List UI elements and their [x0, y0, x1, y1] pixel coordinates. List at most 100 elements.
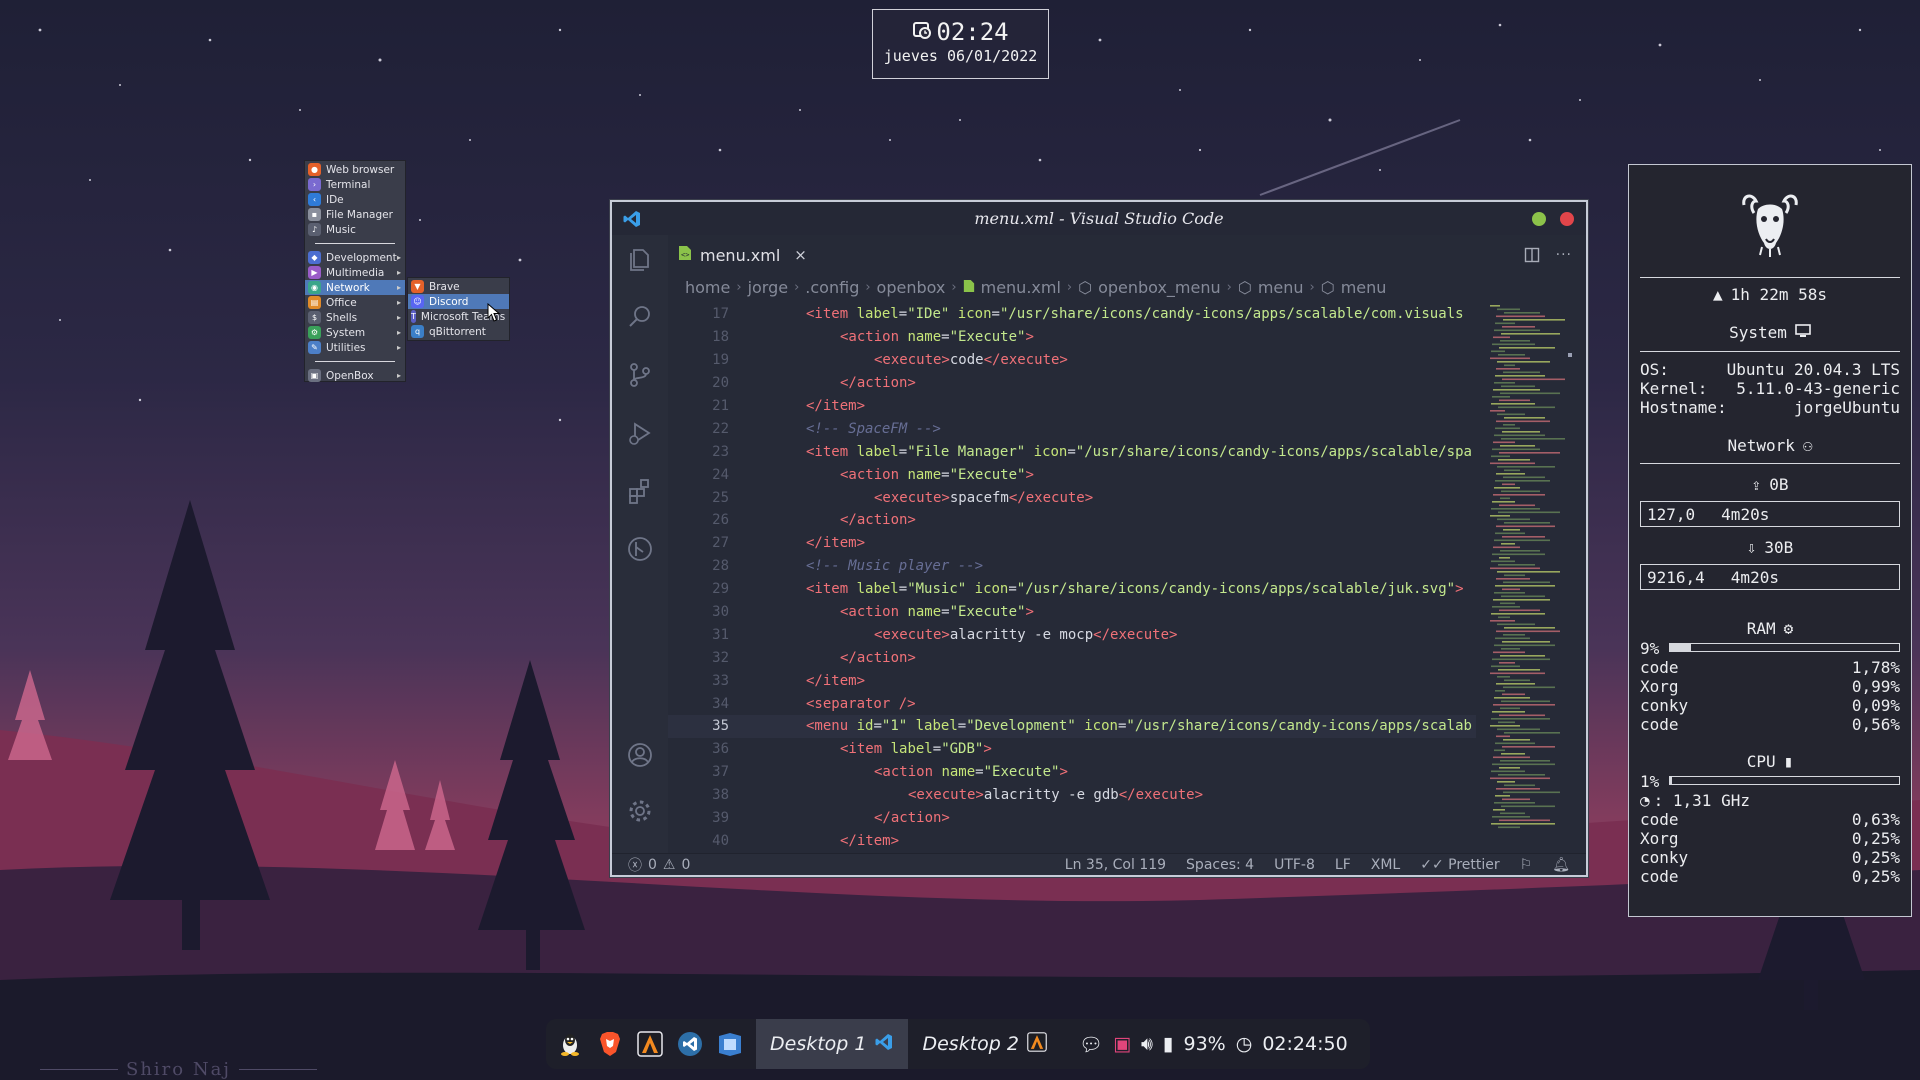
- code-line[interactable]: 21 </item>: [668, 395, 1476, 418]
- close-button[interactable]: [1560, 212, 1574, 226]
- code-line[interactable]: 28 <!-- Music player -->: [668, 555, 1476, 578]
- minimap-line: [1491, 455, 1510, 458]
- submenu-arrow-icon: ▸: [396, 283, 401, 292]
- chat-icon[interactable]: 💬︎: [1079, 1033, 1103, 1056]
- code-line[interactable]: 35 <menu id="1" label="Development" icon=…: [668, 715, 1476, 738]
- menu-item-utilities[interactable]: ✎ Utilities ▸: [305, 340, 405, 355]
- code-line[interactable]: 19 <execute>code</execute>: [668, 349, 1476, 372]
- breadcrumb-openbox-menu[interactable]: openbox_menu: [1098, 278, 1221, 297]
- search-icon[interactable]: [626, 303, 654, 331]
- minimap-line: [1502, 693, 1525, 696]
- code-line[interactable]: 40 </item>: [668, 829, 1476, 852]
- submenu-item-qbittorrent[interactable]: q qBittorrent: [408, 324, 509, 339]
- brave-browser-icon[interactable]: [590, 1019, 630, 1069]
- alacritty-terminal-icon[interactable]: [630, 1019, 670, 1069]
- menu-item-web-browser[interactable]: ● Web browser: [305, 162, 405, 177]
- maximize-button[interactable]: [1532, 212, 1546, 226]
- code-line[interactable]: 24 <action name="Execute">: [668, 463, 1476, 486]
- run-debug-icon[interactable]: [626, 419, 654, 447]
- source-control-icon[interactable]: [626, 361, 654, 389]
- volume-icon[interactable]: 🔊︎: [1141, 1033, 1153, 1055]
- minimap-line: [1497, 308, 1520, 311]
- menu-item-development[interactable]: ◆ Development ▸: [305, 250, 405, 265]
- code-line[interactable]: 22 <!-- SpaceFM -->: [668, 417, 1476, 440]
- explorer-icon[interactable]: [626, 245, 654, 273]
- submenu-arrow-icon: ▸: [396, 298, 401, 307]
- tab-menu-xml[interactable]: <> menu.xml ×: [678, 235, 807, 275]
- feedback-icon[interactable]: ⚐: [1520, 857, 1533, 873]
- settings-gear-icon[interactable]: [626, 797, 654, 825]
- network-indicator-icon[interactable]: ▣: [1113, 1033, 1131, 1055]
- code-line[interactable]: 30 <action name="Execute">: [668, 601, 1476, 624]
- menu-item-file-manager[interactable]: ▪ File Manager: [305, 207, 405, 222]
- minimap-line: [1501, 490, 1540, 493]
- breadcrumb-menu-current[interactable]: menu: [1341, 278, 1387, 297]
- menu-item-shells[interactable]: $ Shells ▸: [305, 310, 405, 325]
- tab-close-icon[interactable]: ×: [794, 246, 807, 264]
- battery-icon[interactable]: ▮: [1163, 1033, 1173, 1055]
- menu-item-office[interactable]: ▤ Office ▸: [305, 295, 405, 310]
- extensions-icon[interactable]: [626, 477, 654, 505]
- breadcrumb-openbox[interactable]: openbox: [877, 278, 946, 297]
- submenu-item-brave[interactable]: ▼ Brave: [408, 279, 509, 294]
- breadcrumb-menu[interactable]: menu: [1258, 278, 1304, 297]
- code-text: </action>: [840, 375, 916, 392]
- code-line[interactable]: 37 <action name="Execute">: [668, 761, 1476, 784]
- indentation[interactable]: Spaces: 4: [1186, 857, 1254, 873]
- breadcrumb-home[interactable]: home: [685, 278, 730, 297]
- split-editor-icon[interactable]: [1524, 247, 1540, 267]
- menu-item-ide[interactable]: ‹ IDe: [305, 192, 405, 207]
- code-editor[interactable]: 17 <item label="IDe" icon="/usr/share/ico…: [668, 303, 1476, 853]
- ram-proc-name: code: [1640, 715, 1679, 734]
- prettier-status[interactable]: ✓✓ Prettier: [1420, 857, 1499, 873]
- notifications-bell-icon[interactable]: 🔔︎: [1552, 857, 1570, 873]
- cursor-position[interactable]: Ln 35, Col 119: [1065, 857, 1166, 873]
- code-line[interactable]: 34 <separator />: [668, 692, 1476, 715]
- code-line[interactable]: 26 </action>: [668, 509, 1476, 532]
- menu-item-network[interactable]: ◉ Network ▸: [305, 280, 405, 295]
- code-line[interactable]: 23 <item label="File Manager" icon="/usr/…: [668, 440, 1476, 463]
- breadcrumb-menu-xml[interactable]: menu.xml: [981, 278, 1061, 297]
- minimap-line: [1502, 588, 1520, 591]
- hostname-label: Hostname:: [1640, 398, 1727, 417]
- code-line[interactable]: 27 </item>: [668, 532, 1476, 555]
- vscode-taskbar-icon[interactable]: [670, 1019, 710, 1069]
- workspace-desktop-2[interactable]: Desktop 2: [908, 1019, 1060, 1069]
- more-actions-icon[interactable]: ···: [1556, 247, 1572, 267]
- code-line[interactable]: 31 <execute>alacritty -e mocp</execute>: [668, 623, 1476, 646]
- workspace-desktop-1[interactable]: Desktop 1: [756, 1019, 909, 1069]
- vscode-window[interactable]: menu.xml - Visual Studio Code <> menu.xm…: [610, 200, 1588, 877]
- git-graph-icon[interactable]: [626, 535, 654, 563]
- code-line[interactable]: 25 <execute>spacefm</execute>: [668, 486, 1476, 509]
- minimap-line: [1491, 560, 1515, 563]
- code-line[interactable]: 20 </action>: [668, 372, 1476, 395]
- menu-item-terminal[interactable]: › Terminal: [305, 177, 405, 192]
- language-mode[interactable]: XML: [1371, 857, 1400, 873]
- linux-tux-icon[interactable]: [550, 1019, 590, 1069]
- breadcrumb-jorge[interactable]: jorge: [748, 278, 789, 297]
- encoding[interactable]: UTF-8: [1274, 857, 1315, 873]
- editor-area[interactable]: <> menu.xml × ··· home › jorge › .config › …: [668, 235, 1586, 853]
- code-line[interactable]: 36 <item label="GDB">: [668, 738, 1476, 761]
- code-line[interactable]: 17 <item label="IDe" icon="/usr/share/ico…: [668, 303, 1476, 326]
- account-icon[interactable]: [626, 741, 654, 769]
- code-line[interactable]: 32 </action>: [668, 646, 1476, 669]
- code-line[interactable]: 38 <execute>alacritty -e gdb</execute>: [668, 784, 1476, 807]
- vscode-titlebar[interactable]: menu.xml - Visual Studio Code: [612, 202, 1586, 235]
- menu-item-system[interactable]: ⚙ System ▸: [305, 325, 405, 340]
- end-of-line[interactable]: LF: [1335, 857, 1351, 873]
- minimap[interactable]: [1484, 303, 1574, 843]
- menu-item-openbox[interactable]: ▣ OpenBox ▸: [305, 368, 405, 383]
- code-line[interactable]: 33 </item>: [668, 669, 1476, 692]
- problems-indicator[interactable]: ⓧ 0 ⚠ 0: [628, 855, 690, 875]
- code-text: <execute>code</execute>: [874, 352, 1068, 369]
- code-line[interactable]: 29 <item label="Music" icon="/usr/share/i…: [668, 578, 1476, 601]
- file-manager-icon[interactable]: [710, 1019, 750, 1069]
- menu-item-music[interactable]: ♪ Music: [305, 222, 405, 237]
- breadcrumb-config[interactable]: .config: [805, 278, 859, 297]
- code-line[interactable]: 39 </action>: [668, 807, 1476, 830]
- menu-item-multimedia[interactable]: ▶ Multimedia ▸: [305, 265, 405, 280]
- code-line[interactable]: 18 <action name="Execute">: [668, 326, 1476, 349]
- minimap-line: [1500, 602, 1515, 605]
- taskbar-time[interactable]: 02:24:50: [1262, 1033, 1347, 1055]
